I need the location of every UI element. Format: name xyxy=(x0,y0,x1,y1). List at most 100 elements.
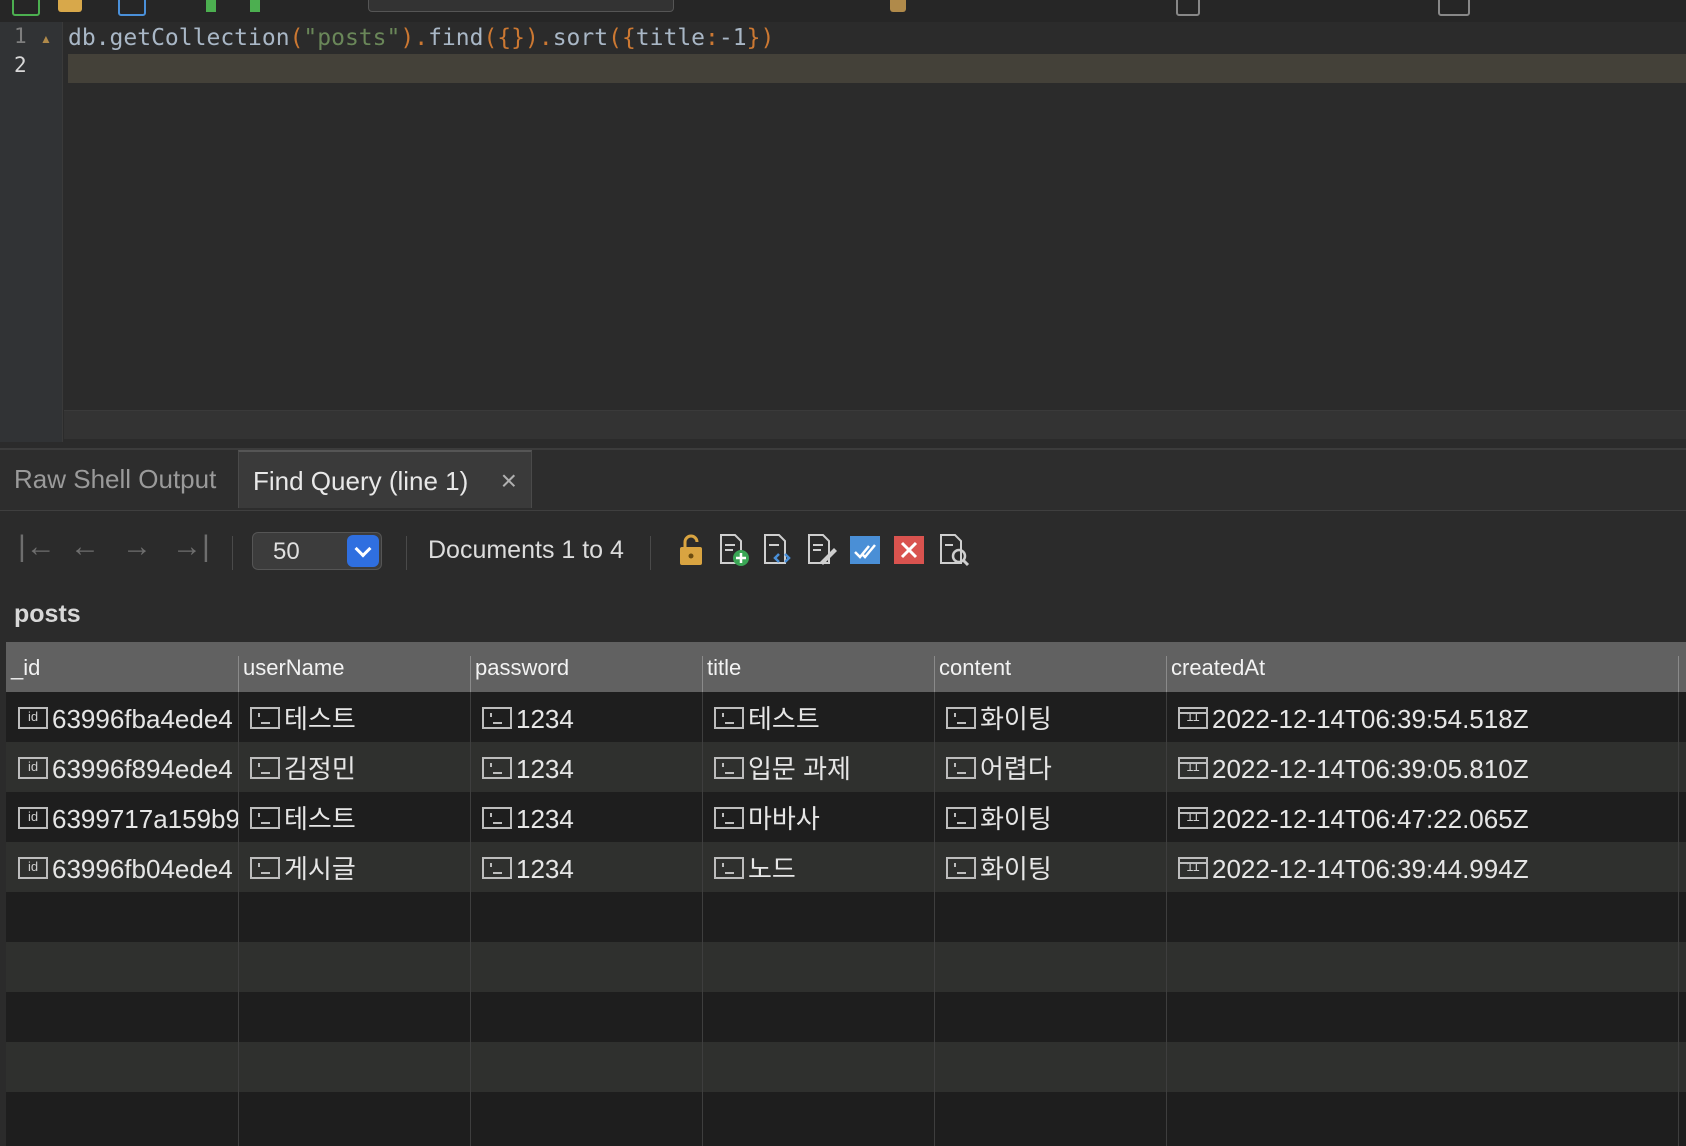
table-cell-userName[interactable]: 테스트 xyxy=(238,692,470,742)
table-cell-userName[interactable]: 게시글 xyxy=(238,842,470,892)
cell-value: 테스트 xyxy=(284,704,356,734)
id-icon: id xyxy=(18,757,48,780)
table-cell-password[interactable]: 1234 xyxy=(470,792,702,842)
code-editor[interactable]: 1 ▲ 2 db.getCollection("posts").find({})… xyxy=(0,22,1686,442)
chevron-down-icon[interactable] xyxy=(347,535,379,567)
table-cell-id[interactable]: id 6399717a159b9 xyxy=(6,792,238,842)
table-cell-content[interactable]: 화이팅 xyxy=(934,692,1166,742)
horizontal-scrollbar[interactable] xyxy=(64,410,1686,439)
query-document-icon[interactable] xyxy=(936,532,970,568)
table-row[interactable] xyxy=(6,892,1686,942)
column-resize-handle[interactable] xyxy=(702,656,703,692)
divider xyxy=(232,536,233,570)
run-line-icon[interactable] xyxy=(250,0,274,12)
fold-marker-icon[interactable]: ▲ xyxy=(40,32,52,46)
column-header-createdAt[interactable]: createdAt xyxy=(1166,642,1686,692)
cell-value: 화이팅 xyxy=(980,804,1052,834)
edit-document-icon[interactable] xyxy=(804,532,838,568)
column-resize-handle[interactable] xyxy=(238,656,239,692)
column-header-id[interactable]: _id xyxy=(6,642,238,692)
tab-raw-shell-output[interactable]: Raw Shell Output xyxy=(0,450,230,508)
option-icon[interactable] xyxy=(1176,0,1200,16)
delete-icon[interactable] xyxy=(892,532,926,568)
column-resize-handle[interactable] xyxy=(470,656,471,692)
table-cell-createdAt[interactable]: 11 2022-12-14T06:47:22.065Z xyxy=(1166,792,1686,842)
table-cell-title[interactable]: 마바사 xyxy=(702,792,934,842)
cell-value: 2022-12-14T06:39:05.810Z xyxy=(1212,754,1529,784)
table-cell-title[interactable]: 노드 xyxy=(702,842,934,892)
table-row[interactable]: id 63996f894ede4 김정민 1234 입문 과제 어렵다 11 2022-12-… xyxy=(6,742,1686,792)
page-size-select[interactable]: 50 xyxy=(252,532,382,570)
folder-icon[interactable] xyxy=(58,0,82,12)
column-header-title[interactable]: title xyxy=(702,642,934,692)
table-row[interactable] xyxy=(6,942,1686,992)
column-divider xyxy=(702,692,703,1146)
table-row[interactable] xyxy=(6,992,1686,1042)
results-panel: Raw Shell Output Find Query (line 1) × |… xyxy=(0,448,1686,1146)
table-cell-password[interactable]: 1234 xyxy=(470,692,702,742)
option-icon-2[interactable] xyxy=(1438,0,1470,16)
table-row[interactable]: id 6399717a159b9 테스트 1234 마바사 화이팅 11 2022-12-14… xyxy=(6,792,1686,842)
code-line-1[interactable]: db.getCollection("posts").find({}).sort(… xyxy=(68,22,774,52)
column-divider xyxy=(238,692,239,1146)
string-icon xyxy=(482,857,512,880)
code-token: "posts" xyxy=(303,25,401,51)
table-row[interactable]: id 63996fba4ede4 테스트 1234 테스트 화이팅 11 2022-12-14… xyxy=(6,692,1686,742)
column-resize-handle[interactable] xyxy=(1678,656,1679,692)
string-icon xyxy=(250,707,280,730)
insert-document-icon[interactable] xyxy=(716,532,750,568)
table-cell-id[interactable]: id 63996fb04ede4 xyxy=(6,842,238,892)
run-icon[interactable] xyxy=(206,0,230,12)
table-cell-createdAt[interactable]: 11 2022-12-14T06:39:44.994Z xyxy=(1166,842,1686,892)
table-cell-content[interactable]: 화이팅 xyxy=(934,842,1166,892)
query-combo[interactable] xyxy=(368,0,674,12)
first-page-button[interactable]: |← xyxy=(18,530,56,564)
line-number: 2 xyxy=(14,53,27,77)
string-icon xyxy=(714,857,744,880)
table-cell-content[interactable]: 어렵다 xyxy=(934,742,1166,792)
main-toolbar xyxy=(0,0,1686,23)
previous-page-button[interactable]: ← xyxy=(70,530,100,564)
column-header-userName[interactable]: userName xyxy=(238,642,470,692)
table-cell-id[interactable]: id 63996fba4ede4 xyxy=(6,692,238,742)
table-row[interactable] xyxy=(6,1092,1686,1142)
table-cell-title[interactable]: 입문 과제 xyxy=(702,742,934,792)
cell-value: 63996fb04ede4 xyxy=(52,854,233,884)
next-page-button[interactable]: → xyxy=(122,530,152,564)
view-document-icon[interactable] xyxy=(760,532,794,568)
table-cell-password[interactable]: 1234 xyxy=(470,742,702,792)
close-icon[interactable]: × xyxy=(501,452,517,510)
tool-icon[interactable] xyxy=(890,0,906,12)
cell-value: 화이팅 xyxy=(980,854,1052,884)
last-page-button[interactable]: →| xyxy=(172,530,210,564)
column-header-content[interactable]: content xyxy=(934,642,1166,692)
connect-icon[interactable] xyxy=(12,0,40,16)
code-token: ({ xyxy=(608,25,636,51)
code-token: ({}). xyxy=(483,25,553,51)
table-cell-id[interactable]: id 63996f894ede4 xyxy=(6,742,238,792)
table-row[interactable]: id 63996fb04ede4 게시글 1234 노드 화이팅 11 2022-12-14T… xyxy=(6,842,1686,892)
tab-find-query[interactable]: Find Query (line 1) × xyxy=(238,450,532,508)
cell-value: 6399717a159b9 xyxy=(52,804,238,834)
table-cell-createdAt[interactable]: 11 2022-12-14T06:39:54.518Z xyxy=(1166,692,1686,742)
column-resize-handle[interactable] xyxy=(934,656,935,692)
table-cell-userName[interactable]: 테스트 xyxy=(238,792,470,842)
string-icon xyxy=(250,807,280,830)
validate-icon[interactable] xyxy=(848,532,882,568)
code-token: }) xyxy=(746,25,775,51)
date-icon: 11 xyxy=(1178,757,1208,780)
cell-value: 1234 xyxy=(516,754,574,784)
column-resize-handle[interactable] xyxy=(1166,656,1167,692)
table-row[interactable] xyxy=(6,1042,1686,1092)
table-cell-content[interactable]: 화이팅 xyxy=(934,792,1166,842)
id-icon: id xyxy=(18,807,48,830)
cell-value: 63996f894ede4 xyxy=(52,754,233,784)
table-cell-createdAt[interactable]: 11 2022-12-14T06:39:05.810Z xyxy=(1166,742,1686,792)
table-cell-password[interactable]: 1234 xyxy=(470,842,702,892)
table-cell-userName[interactable]: 김정민 xyxy=(238,742,470,792)
line-number: 1 xyxy=(14,24,27,48)
table-cell-title[interactable]: 테스트 xyxy=(702,692,934,742)
lock-icon[interactable] xyxy=(674,532,708,568)
column-header-password[interactable]: password xyxy=(470,642,702,692)
save-icon[interactable] xyxy=(118,0,146,16)
